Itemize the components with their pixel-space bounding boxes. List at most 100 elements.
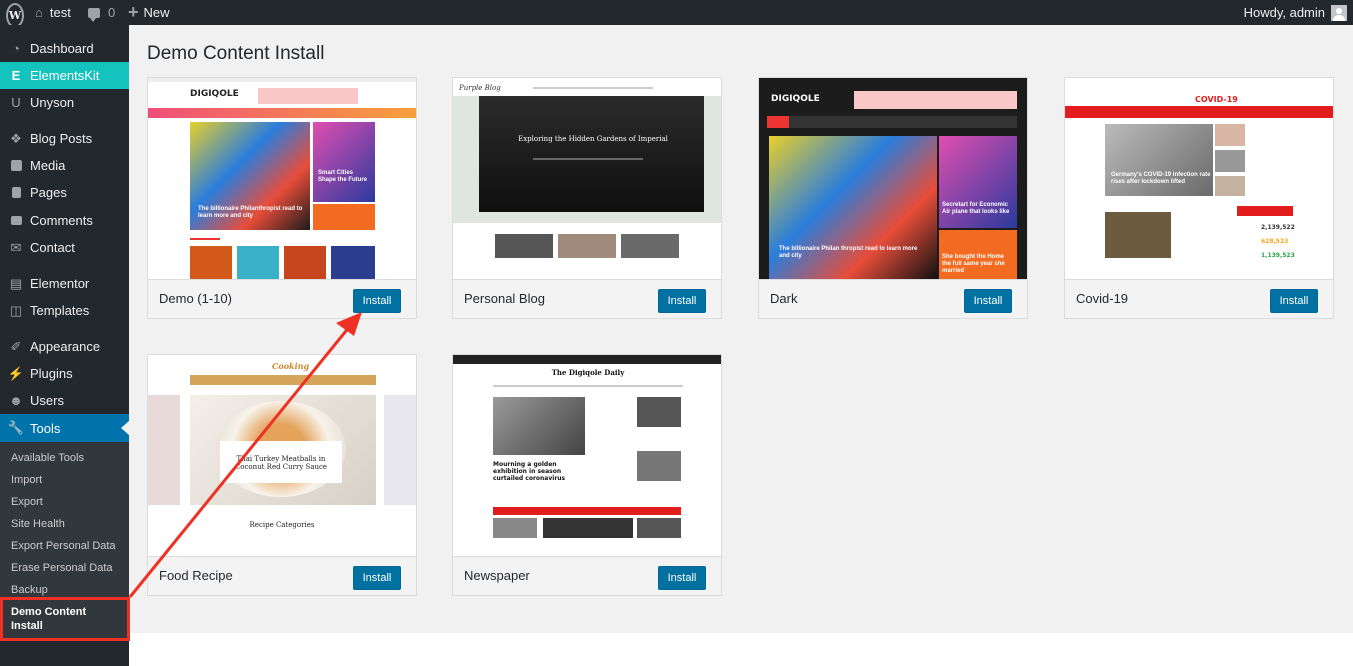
install-button[interactable]: Install [658,566,706,590]
demo-card: Purple Blog Exploring the Hidden Gardens… [452,77,722,319]
sidebar-item-label: Elementor [30,276,90,291]
sidebar-item-label: Templates [30,303,90,318]
site-name: test [49,5,71,20]
sidebar-item-label: Dashboard [30,41,94,56]
food-categories-heading: Recipe Categories [249,521,315,529]
sidebar-item-elementskit[interactable]: Ε ElementsKit [0,62,129,89]
sidebar-item-label: Unyson [30,95,75,110]
demo-screenshot[interactable]: Purple Blog Exploring the Hidden Gardens… [453,78,721,279]
food-logo: Cooking [272,361,310,371]
sidebar-item-label: ElementsKit [30,68,100,83]
covid-stat-3: 1,139,523 [1261,252,1295,259]
dark-side-headline-2: She bought the Home the full same year s… [942,254,1005,274]
sidebar-item-templates[interactable]: ◫ Templates [0,297,129,324]
submenu-backup[interactable]: Backup [11,584,48,596]
demo-screenshot[interactable]: COVID-19 Germany's COVID-19 infection ra… [1065,78,1333,279]
submenu-import[interactable]: Import [11,474,42,486]
media-icon [9,159,23,173]
elementor-icon: ▤ [9,275,23,291]
demo-name: Dark [770,291,798,306]
plug-icon: ⚡ [7,365,25,381]
sidebar-item-label: Blog Posts [30,131,93,146]
sidebar-item-dashboard[interactable]: ◔ Dashboard [0,35,129,62]
comments-link[interactable]: 0 [88,0,115,25]
demo-side-headline: Smart Cities Shape the Future [318,170,368,183]
covid-logo: COVID-19 [1195,95,1238,104]
sidebar-item-contact[interactable]: ✉ Contact [0,234,129,261]
newspaper-headline: Mourning a golden exhibition in season c… [493,461,566,482]
new-content-link[interactable]: + New [128,0,170,25]
card-footer: Personal Blog Install [453,279,721,318]
comments-icon [9,214,23,228]
sidebar-item-users[interactable]: ☻ Users [0,387,129,414]
demo-name: Personal Blog [464,291,545,306]
demo-card: DIGIQOLE The billionaire Philanthropist … [147,77,417,319]
blog-logo: Purple Blog [459,84,501,92]
howdy-text: Howdy, admin [1243,5,1325,20]
mail-icon: ✉ [10,239,22,255]
sidebar-item-pages[interactable]: Pages [0,179,129,206]
submenu-site-health[interactable]: Site Health [11,518,65,530]
comments-count: 0 [108,5,116,20]
sidebar-item-media[interactable]: Media [0,152,129,179]
submenu-export[interactable]: Export [11,496,43,508]
sidebar-item-label: Comments [30,213,93,228]
sidebar-item-unyson[interactable]: U Unyson [0,89,129,116]
sidebar-item-tools[interactable]: 🔧 Tools [0,414,129,442]
demo-card: The Digiqole Daily Mourning a golden exh… [452,354,722,596]
card-footer: Food Recipe Install [148,556,416,595]
digiqole-logo: DIGIQOLE [771,94,820,104]
submenu-erase-personal-data[interactable]: Erase Personal Data [11,562,113,574]
install-button[interactable]: Install [353,566,401,590]
account-menu[interactable]: Howdy, admin [1244,0,1353,25]
site-home-link[interactable]: ⌂ test [35,0,71,25]
install-button[interactable]: Install [964,289,1012,313]
dashboard-icon: ◔ [12,41,20,56]
sidebar-item-label: Media [30,158,66,173]
demo-screenshot[interactable]: DIGIQOLE The billionaire Philan thropist… [759,78,1027,279]
page-title: Demo Content Install [147,43,325,64]
card-footer: Newspaper Install [453,556,721,595]
sidebar-item-label: Appearance [30,339,101,354]
demo-screenshot[interactable]: DIGIQOLE The billionaire Philanthropist … [148,78,416,279]
sidebar-item-plugins[interactable]: ⚡ Plugins [0,360,129,387]
submenu-export-personal-data[interactable]: Export Personal Data [11,540,116,552]
sidebar-item-elementor[interactable]: ▤ Elementor [0,270,129,297]
sidebar-item-blog-posts[interactable]: ❖ Blog Posts [0,125,129,152]
demo-name: Food Recipe [159,568,233,583]
sidebar-item-label: Plugins [30,366,73,381]
new-label: New [143,5,170,20]
demo-screenshot[interactable]: The Digiqole Daily Mourning a golden exh… [453,355,721,556]
demo-card: Cooking Thai Turkey Meatballs in Coconut… [147,354,417,596]
dark-headline: The billionaire Philan thropist read to … [779,246,918,259]
blog-headline: Exploring the Hidden Gardens of Imperial [518,135,668,143]
covid-stat-1: 2,139,522 [1261,224,1295,231]
sidebar-item-label: Users [30,393,64,408]
elementskit-icon: Ε [11,68,21,83]
sidebar-item-label: Pages [30,185,67,200]
pages-icon [9,186,23,200]
dark-side-headline-1: Secretart for Economic Air plane that lo… [942,202,1010,215]
submenu-available-tools[interactable]: Available Tools [11,452,84,464]
demo-name: Demo (1-10) [159,291,232,306]
users-icon: ☻ [9,393,23,408]
sidebar-item-comments[interactable]: Comments [0,207,129,234]
install-button[interactable]: Install [658,289,706,313]
folder-icon: ◫ [9,302,23,318]
home-icon: ⌂ [35,5,43,20]
demo-name: Covid-19 [1076,291,1129,306]
covid-stat-2: 628,523 [1261,238,1289,245]
demo-card: DIGIQOLE The billionaire Philan thropist… [758,77,1028,319]
card-footer: Demo (1-10) Install [148,279,416,318]
sidebar-item-appearance[interactable]: ✐ Appearance [0,333,129,360]
unyson-icon: U [11,95,21,110]
demo-card: COVID-19 Germany's COVID-19 infection ra… [1064,77,1334,319]
admin-bar: W ⌂ test 0 + New Howdy, admin [0,0,1353,28]
newspaper-logo: The Digiqole Daily [551,368,625,377]
install-button[interactable]: Install [353,289,401,313]
digiqole-logo: DIGIQOLE [190,89,239,99]
demo-screenshot[interactable]: Cooking Thai Turkey Meatballs in Coconut… [148,355,416,556]
covid-headline: Germany's COVID-19 infection rate rises … [1111,172,1211,185]
brush-icon: ✐ [10,338,22,354]
install-button[interactable]: Install [1270,289,1318,313]
